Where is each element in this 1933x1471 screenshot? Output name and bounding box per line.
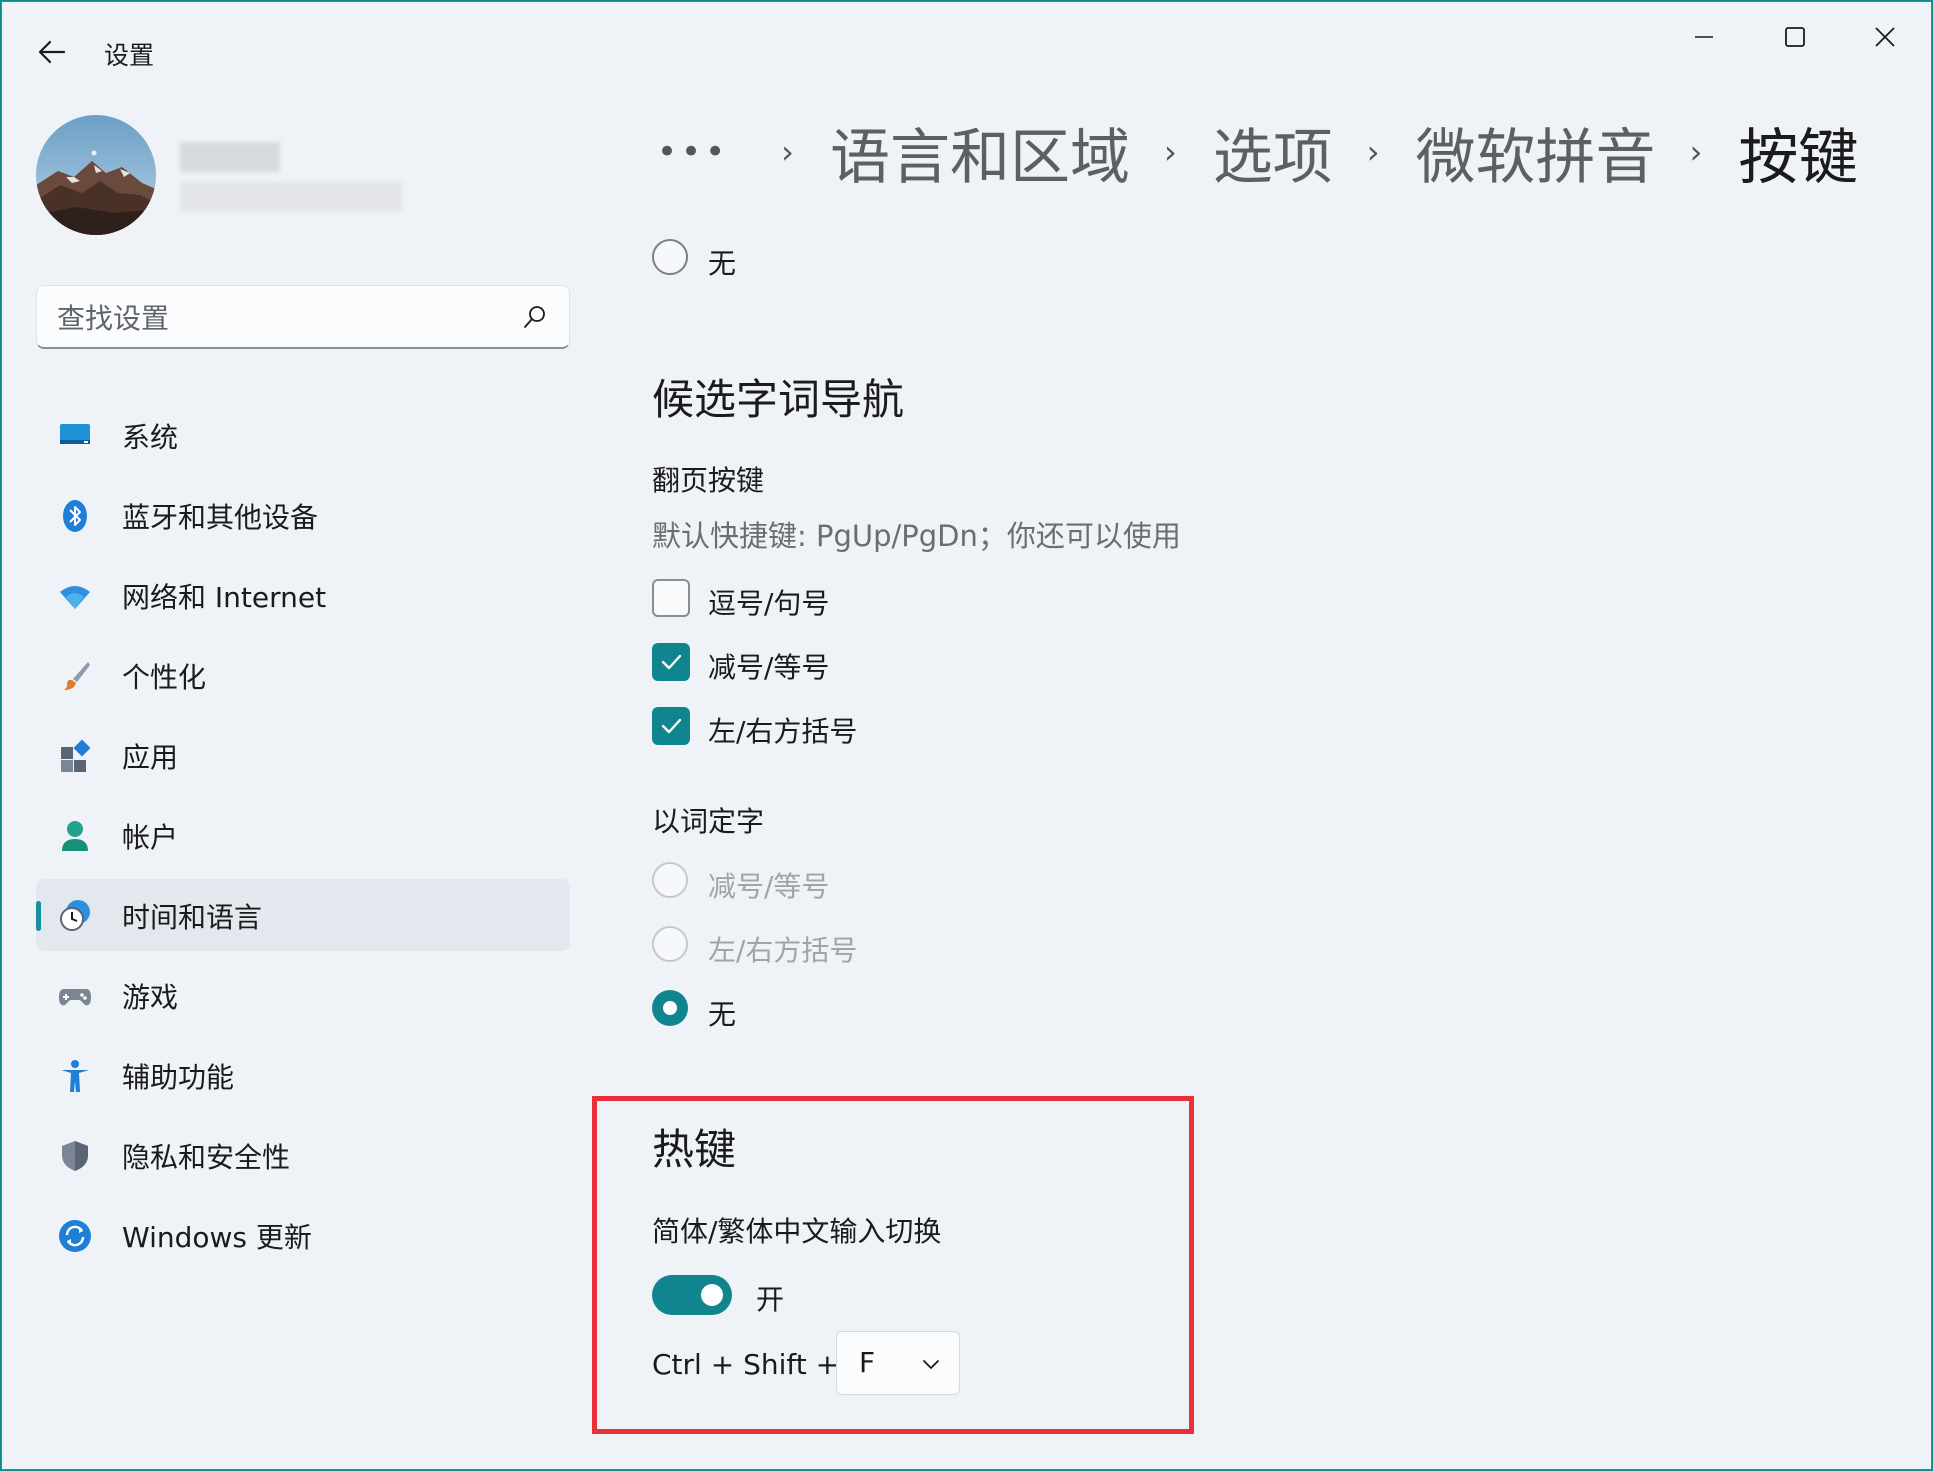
chevron-down-icon (923, 1360, 939, 1369)
user-name-redacted (180, 142, 280, 172)
search-icon[interactable] (521, 303, 549, 331)
sidebar-item-personalization[interactable]: 个性化 (36, 639, 570, 711)
chevron-right-icon: › (1366, 133, 1380, 171)
active-indicator (36, 901, 41, 931)
radio-minus-equal-label: 减号/等号 (708, 870, 830, 903)
radio-none[interactable] (652, 990, 688, 1026)
apps-icon (61, 739, 91, 772)
sidebar-item-system[interactable]: 系统 (36, 399, 570, 471)
radio-brackets[interactable] (652, 926, 688, 962)
breadcrumb-more-button[interactable]: ••• (657, 132, 729, 172)
checkbox-comma-period-label: 逗号/句号 (708, 587, 830, 620)
back-button[interactable] (30, 30, 74, 74)
section-title-hotkeys: 热键 (652, 1125, 737, 1174)
section-title-candidate-nav: 候选字词导航 (652, 375, 905, 424)
sidebar-item-apps[interactable]: 应用 (36, 719, 570, 791)
radio-top-none[interactable] (652, 239, 688, 275)
checkbox-comma-period[interactable] (652, 579, 690, 617)
toggle-state-label: 开 (756, 1283, 785, 1316)
sidebar-item-bluetooth[interactable]: 蓝牙和其他设备 (36, 479, 570, 551)
minimize-button[interactable] (1674, 16, 1734, 58)
checkbox-minus-equal-label: 减号/等号 (708, 651, 830, 684)
radio-top-none-label: 无 (708, 247, 737, 280)
checkmark-icon (661, 718, 682, 734)
user-email-redacted (180, 182, 402, 212)
toggle-knob (701, 1284, 723, 1306)
breadcrumb-language-region[interactable]: 语言和区域 (830, 109, 1130, 196)
arrow-left-icon (38, 40, 66, 64)
chevron-right-icon: › (1163, 133, 1177, 171)
accessibility-icon (61, 1060, 89, 1092)
person-icon (62, 821, 88, 851)
sidebar-item-time-language[interactable]: 时间和语言 (36, 879, 570, 951)
radio-minus-equal[interactable] (652, 862, 688, 898)
wifi-icon (60, 586, 90, 609)
display-icon (60, 424, 90, 444)
page-keys-description: 默认快捷键: PgUp/PgDn；你还可以使用 (652, 519, 1181, 553)
page-title: 按键 (1738, 122, 1859, 193)
maximize-button[interactable] (1765, 16, 1825, 58)
breadcrumb: ••• › 语言和区域 › 选项 › 微软拼音 › 按键 (657, 107, 1858, 197)
brush-icon (64, 662, 90, 690)
app-title: 设置 (104, 41, 155, 70)
gamepad-icon (59, 989, 91, 1006)
breadcrumb-microsoft-pinyin[interactable]: 微软拼音 (1416, 109, 1656, 196)
search-box[interactable] (36, 285, 570, 349)
hotkey-toggle-switch[interactable] (652, 1275, 732, 1315)
maximize-icon (1785, 27, 1805, 47)
sidebar-item-privacy[interactable]: 隐私和安全性 (36, 1119, 570, 1191)
search-input[interactable] (55, 298, 499, 338)
checkbox-brackets-label: 左/右方括号 (708, 715, 858, 748)
avatar (36, 115, 156, 235)
radio-brackets-label: 左/右方括号 (708, 934, 858, 967)
title-bar: 设置 (2, 2, 1931, 102)
sidebar-item-accessibility[interactable]: 辅助功能 (36, 1039, 570, 1111)
sidebar-item-accounts[interactable]: 帐户 (36, 799, 570, 871)
chevron-right-icon: › (1689, 133, 1703, 171)
hotkey-key-value: F (859, 1346, 876, 1379)
word-select-title: 以词定字 (652, 805, 765, 838)
sidebar-item-network[interactable]: 网络和 Internet (36, 559, 570, 631)
close-icon (1875, 27, 1895, 47)
sidebar-item-windows-update[interactable]: Windows 更新 (36, 1199, 570, 1271)
sidebar-nav: 系统 蓝牙和其他设备 网络和 Internet 个性化 应用 帐户 时间和语言 … (36, 399, 570, 1279)
checkbox-minus-equal[interactable] (652, 643, 690, 681)
simplified-traditional-switch-label: 简体/繁体中文输入切换 (652, 1215, 942, 1248)
close-button[interactable] (1855, 16, 1915, 58)
minimize-icon (1695, 36, 1713, 38)
shield-icon (62, 1141, 88, 1171)
bluetooth-icon (63, 500, 87, 532)
chevron-right-icon: › (781, 133, 794, 171)
settings-window: 设置 查找设置 系统 蓝牙和其他设备 网络和 Internet 个性化 应用 帐… (1, 1, 1932, 1470)
sidebar-item-gaming[interactable]: 游戏 (36, 959, 570, 1031)
shortcut-prefix-label: Ctrl + Shift + (652, 1348, 840, 1381)
radio-none-label: 无 (708, 998, 737, 1031)
checkbox-brackets[interactable] (652, 707, 690, 745)
page-keys-title: 翻页按键 (652, 464, 765, 497)
hotkey-key-dropdown[interactable]: F (836, 1331, 960, 1395)
checkmark-icon (661, 654, 682, 670)
clock-globe-icon (60, 900, 90, 931)
update-icon (59, 1220, 91, 1252)
breadcrumb-options[interactable]: 选项 (1213, 109, 1333, 196)
